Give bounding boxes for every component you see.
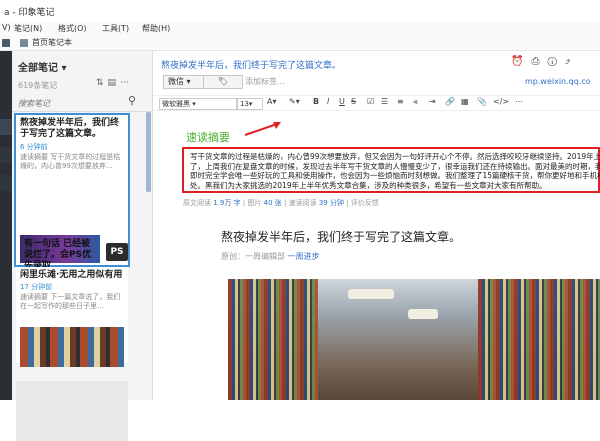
- note-list-panel: 全部笔记 ▾ 619条笔记 ⇅▤⋯ ⚲ 熬夜掉发半年后，我们终于写完了这篇文章。…: [12, 51, 153, 441]
- sync-icon[interactable]: [2, 39, 10, 47]
- highlight-icon[interactable]: ✎▾: [289, 97, 300, 106]
- add-tag-input[interactable]: 添加标签...: [245, 75, 285, 89]
- ceiling-lamp: [348, 289, 394, 299]
- summary-highlight-box: 写干货文章的过程是枯燥的，内心曾99次想要放弃，但又会因为一句好评开心个不停。然…: [182, 147, 600, 193]
- time-label: 速读阅读: [288, 199, 317, 207]
- note-count: 619条笔记: [18, 81, 58, 90]
- note-card[interactable]: 闲里乐滩·无用之用似有用 17 分钟前 速读摘要 下一篇文章说了，我们在一起写作…: [16, 267, 128, 367]
- italic-icon[interactable]: I: [327, 97, 329, 106]
- window-title: a - 印象笔记: [4, 8, 55, 18]
- author-link[interactable]: 一周进步: [288, 252, 320, 261]
- workspace-notebook-link[interactable]: 首页笔记本: [32, 37, 72, 48]
- article-image: [228, 279, 600, 400]
- table-icon[interactable]: ▦: [461, 97, 469, 106]
- format-toolbar: 微软雅黑 ▾ 13▾ A▾ ✎▾ B I U S ☑ ☰ ≡ ⫷ ⇥ 🔗 ▦ 📎…: [153, 95, 600, 111]
- bookshelf-right: [478, 279, 600, 400]
- print-icon[interactable]: ⎙: [531, 56, 547, 67]
- note-snippet: 速读摘要 写干货文章的过程是枯燥的，内心曾99次想要放弃…: [20, 153, 121, 170]
- numbered-list-icon[interactable]: ≡: [397, 97, 404, 106]
- ceiling-lamp: [408, 309, 438, 319]
- notebook-name: 微信: [168, 77, 184, 86]
- code-icon[interactable]: </>: [493, 97, 509, 106]
- align-left-icon[interactable]: ⫷: [413, 97, 418, 107]
- rail-item-notebooks[interactable]: [0, 147, 12, 163]
- note-snippet: 速读摘要 下一篇文章说了，我们在一起写作的那些日子里…: [20, 293, 121, 310]
- tag-button[interactable]: 🏷: [203, 75, 243, 89]
- search-icon[interactable]: ⚲: [128, 94, 136, 107]
- menu-view[interactable]: V): [2, 23, 11, 32]
- share-icon[interactable]: ⤴: [565, 56, 579, 67]
- notebook-icon: [20, 39, 28, 47]
- read-value: 1.9万 字: [213, 199, 241, 207]
- note-title: 闲里乐滩·无用之用似有用: [20, 270, 123, 280]
- font-size-select[interactable]: 13▾: [237, 98, 263, 110]
- time-value: 39 分钟: [318, 199, 344, 207]
- tag-icon: 🏷: [217, 77, 229, 86]
- article-author: 原创：一周编辑部 一周进步: [221, 251, 320, 262]
- bookshelf-left: [228, 279, 318, 400]
- menu-format[interactable]: 格式(O): [58, 23, 87, 34]
- strikethrough-icon[interactable]: S: [351, 97, 356, 106]
- font-value: 微软雅黑: [162, 100, 190, 108]
- note-stats: 原文阅读 1.9万 字 | 图片 40 张 | 速读阅读 39 分钟 | 评价反…: [183, 199, 379, 207]
- menu-note[interactable]: 笔记(N): [14, 23, 42, 34]
- ps-badge-thumbnail: PS: [106, 243, 128, 261]
- feedback-link[interactable]: 评价反馈: [351, 199, 379, 207]
- menu-tools[interactable]: 工具(T): [102, 23, 129, 34]
- summary-text[interactable]: 写干货文章的过程是枯燥的，内心曾99次想要放弃，但又会因为一句好评开心个不停。然…: [190, 152, 600, 190]
- author-prefix: 原创：一周编辑部: [221, 252, 285, 261]
- note-editor: 熬夜掉发半年后，我们终于写完了这篇文章。 ⏰⎙ⓘ⤴ 微信 ▾ 🏷 添加标签...…: [153, 51, 600, 400]
- search-input[interactable]: [18, 96, 144, 110]
- left-rail: [0, 51, 12, 400]
- title-bar: a - 印象笔记: [0, 0, 600, 23]
- note-time: 6 分钟前: [20, 143, 48, 151]
- source-url-link[interactable]: mp.weixin.qq.co: [525, 75, 591, 89]
- note-list-heading[interactable]: 全部笔记 ▾: [18, 59, 67, 74]
- note-list-scrollbar[interactable]: [146, 112, 151, 192]
- divider: [12, 111, 152, 112]
- checkbox-icon[interactable]: ☑: [367, 97, 374, 106]
- view-icon[interactable]: ▤: [108, 78, 121, 88]
- image-label: 图片: [247, 199, 262, 207]
- reminder-icon[interactable]: ⏰: [511, 56, 531, 67]
- note-meta-row: 微信 ▾ 🏷 添加标签... mp.weixin.qq.co: [153, 75, 600, 89]
- menu-bar: V) 笔记(N) 格式(O) 工具(T) 帮助(H): [0, 22, 600, 36]
- note-title: 熬夜掉发半年后，我们终于写完了这篇文章。: [20, 118, 120, 139]
- annotation-arrow: [244, 122, 281, 136]
- more-icon[interactable]: ⋯: [120, 78, 133, 88]
- note-title-field[interactable]: 熬夜掉发半年后，我们终于写完了这篇文章。: [161, 58, 341, 71]
- info-icon[interactable]: ⓘ: [547, 56, 564, 67]
- rail-item-notes[interactable]: [0, 119, 12, 135]
- editor-action-icons: ⏰⎙ⓘ⤴: [511, 56, 578, 67]
- note-time: 17 分钟前: [20, 283, 53, 291]
- workspace-toolbar: 首页笔记本: [0, 36, 600, 51]
- list-view-icons: ⇅▤⋯: [96, 78, 133, 88]
- rail-item-tags[interactable]: [0, 175, 12, 191]
- text-color-icon[interactable]: A▾: [267, 97, 277, 106]
- summary-label: 速读摘要: [186, 131, 230, 144]
- more-format-icon[interactable]: ⋯: [515, 97, 523, 106]
- indent-icon[interactable]: ⇥: [429, 97, 436, 106]
- bullet-list-icon[interactable]: ☰: [381, 97, 388, 106]
- note-card[interactable]: 有一句话 已经被说烂了。会PS优先录取 PS: [16, 239, 128, 271]
- font-family-select[interactable]: 微软雅黑 ▾: [159, 98, 237, 110]
- notebook-selector[interactable]: 微信 ▾: [163, 75, 205, 89]
- note-thumbnail: [20, 327, 124, 367]
- read-label: 原文阅读: [183, 199, 211, 207]
- link-icon[interactable]: 🔗: [445, 97, 455, 106]
- note-card-blurred[interactable]: [16, 381, 128, 441]
- article-title[interactable]: 熬夜掉发半年后，我们终于写完了这篇文章。: [221, 228, 461, 245]
- menu-help[interactable]: 帮助(H): [142, 23, 170, 34]
- size-value: 13: [240, 100, 249, 108]
- bold-icon[interactable]: B: [313, 97, 319, 106]
- sort-icon[interactable]: ⇅: [96, 78, 108, 88]
- image-value: 40 张: [263, 199, 282, 207]
- underline-icon[interactable]: U: [339, 97, 345, 106]
- attachment-icon[interactable]: 📎: [477, 97, 487, 106]
